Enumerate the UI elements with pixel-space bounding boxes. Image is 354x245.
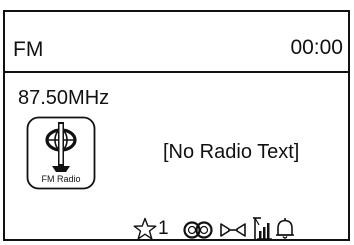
fm-radio-logo: FM Radio (26, 116, 96, 190)
fm-logo-label: FM Radio (41, 174, 80, 184)
preset-number: 1 (158, 218, 169, 239)
radio-text: [No Radio Text] (163, 141, 300, 163)
fm-radio-antenna-icon: FM Radio (26, 116, 96, 190)
star-icon (133, 217, 157, 240)
radio-display: FM 00:00 87.50MHz FM Radio [No Radio Tex… (3, 10, 350, 241)
clock: 00:00 (290, 36, 343, 59)
status-header: FM 00:00 (5, 12, 348, 73)
alarm-bell-icon (276, 218, 294, 239)
stereo-rings-icon (183, 221, 213, 239)
signal-strength-icon (253, 217, 272, 240)
frequency-readout: 87.50MHz (18, 87, 110, 109)
mode-label: FM (13, 38, 44, 61)
speaker-icon (220, 223, 246, 237)
